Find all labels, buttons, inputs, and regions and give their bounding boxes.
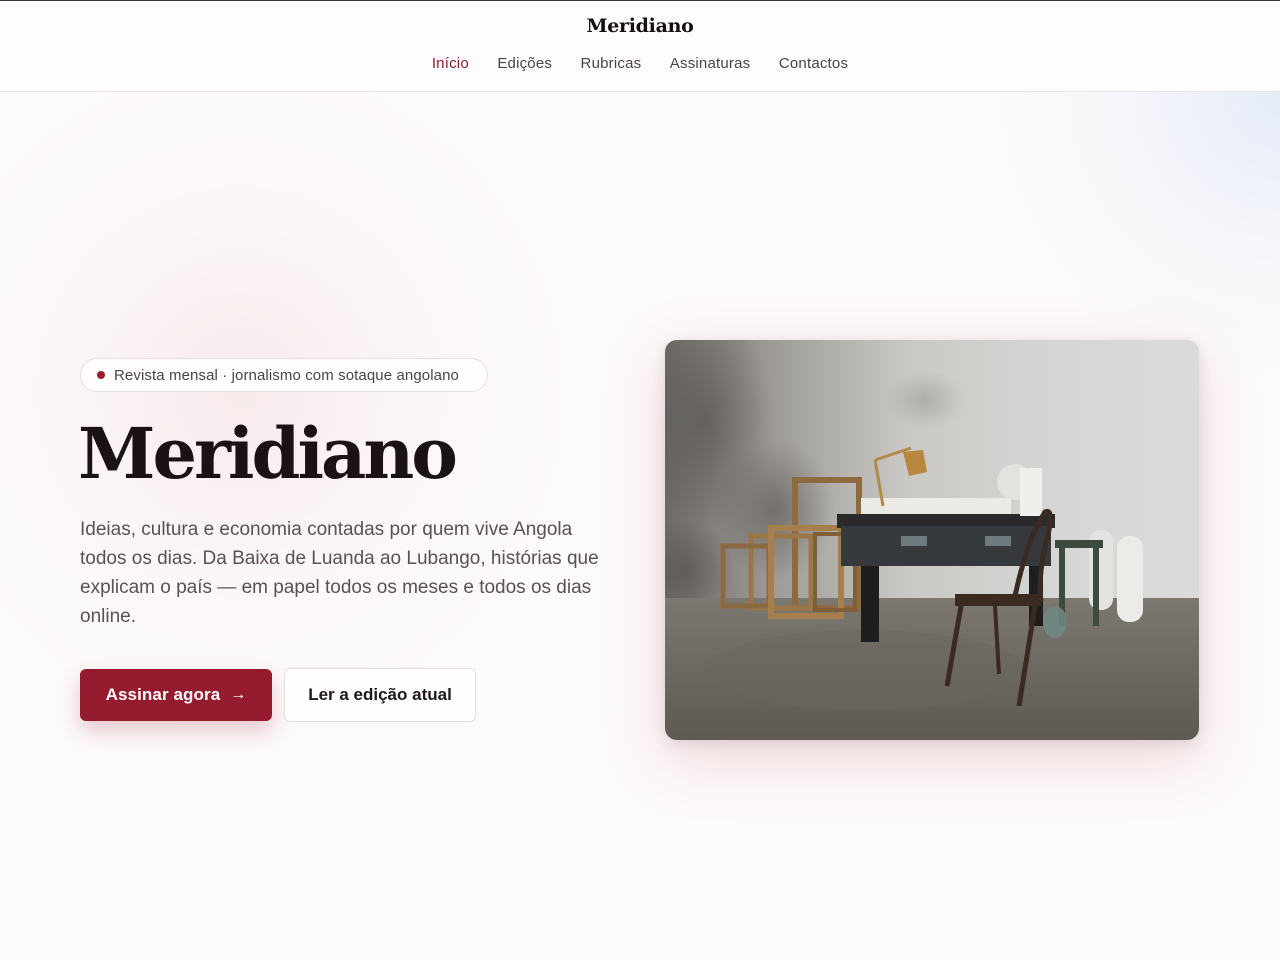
arrow-right-icon: →	[230, 686, 247, 703]
hero-title: Meridiano	[78, 412, 458, 495]
studio-desk-photo	[665, 340, 1199, 740]
hero-lead: Ideias, cultura e economia contadas por …	[80, 519, 599, 627]
subscribe-button-label: Assinar agora	[105, 685, 221, 704]
subscribe-button[interactable]: Assinar agora →	[80, 669, 272, 721]
read-current-edition-label: Ler a edição atual	[308, 685, 452, 704]
site-logo[interactable]: Meridiano	[0, 15, 1280, 37]
nav-item-assinaturas[interactable]: Assinaturas	[670, 55, 751, 72]
site-header: Meridiano Início Edições Rubricas Assina…	[0, 1, 1280, 92]
nav-item-contactos[interactable]: Contactos	[779, 55, 848, 72]
nav-item-edicoes[interactable]: Edições	[497, 55, 552, 72]
nav-item-inicio[interactable]: Início	[432, 55, 469, 72]
tagline-text: Revista mensal · jornalismo com sotaque …	[114, 366, 459, 384]
read-current-edition-button[interactable]: Ler a edição atual	[284, 668, 476, 722]
hero-image	[665, 340, 1199, 740]
nav-item-rubricas[interactable]: Rubricas	[581, 55, 642, 72]
tagline-badge: Revista mensal · jornalismo com sotaque …	[80, 358, 488, 392]
main-nav: Início Edições Rubricas Assinaturas Cont…	[0, 55, 1280, 73]
badge-dot-icon	[97, 371, 105, 379]
